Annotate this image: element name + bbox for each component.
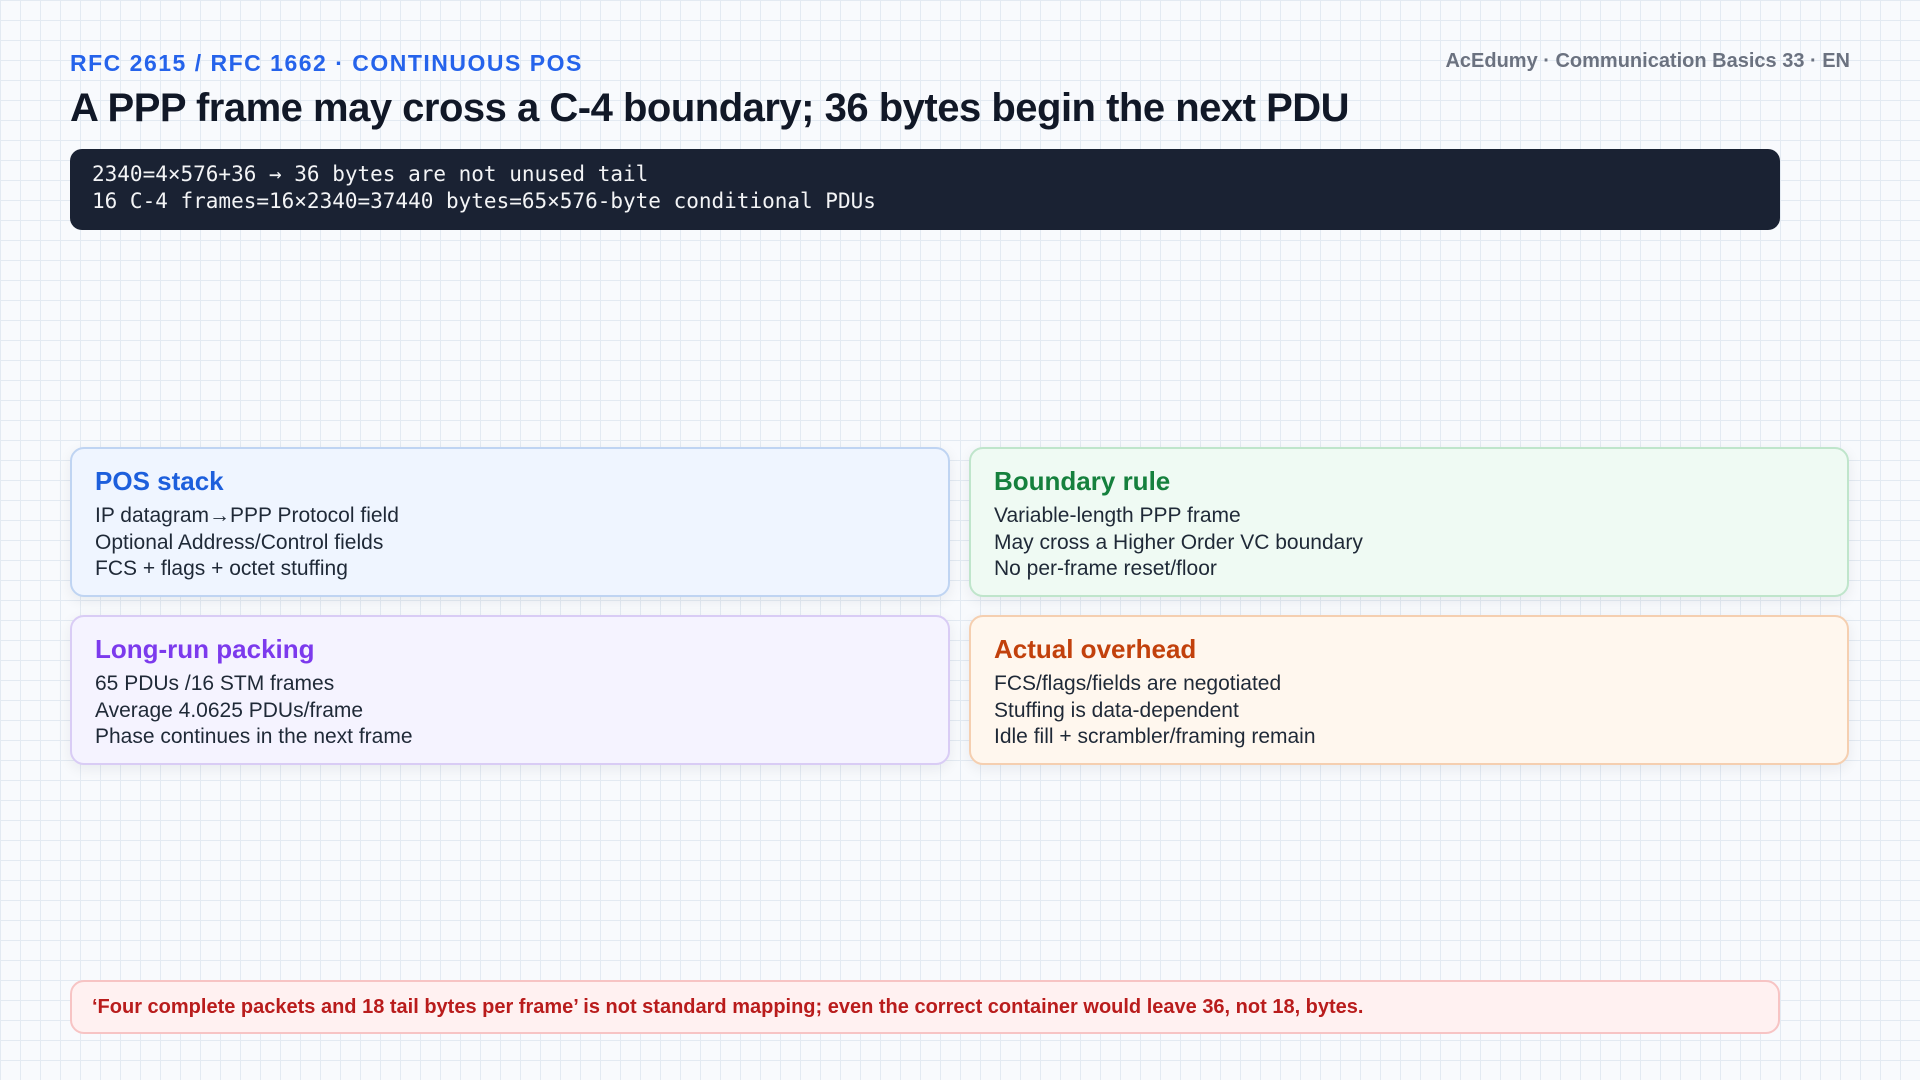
card-line: Stuffing is data-dependent xyxy=(994,698,1239,722)
page-title: A PPP frame may cross a C-4 boundary; 36… xyxy=(70,86,1350,130)
card-line: IP datagram→PPP Protocol field xyxy=(95,504,399,527)
card-heading: Actual overhead xyxy=(994,634,1197,664)
card-line: Phase continues in the next frame xyxy=(95,725,413,748)
card-line: Average 4.0625 PDUs/frame xyxy=(95,698,364,722)
code-block: 2340=4×576+36 → 36 bytes are not unused … xyxy=(70,149,1780,230)
card-line: No per-frame reset/floor xyxy=(994,557,1217,580)
card-line: FCS/flags/fields are negotiated xyxy=(994,672,1282,695)
card-pos-stack: POS stack IP datagram→PPP Protocol field… xyxy=(70,447,950,597)
warning-banner: ‘Four complete packets and 18 tail bytes… xyxy=(70,980,1780,1034)
code-line-2: 16 C-4 frames=16×2340=37440 bytes=65×576… xyxy=(92,189,876,213)
card-boundary-rule: Boundary rule Variable-length PPP frame … xyxy=(969,447,1849,597)
card-line: Variable-length PPP frame xyxy=(994,504,1241,527)
warning-text: ‘Four complete packets and 18 tail bytes… xyxy=(92,995,1364,1018)
card-line: FCS + flags + octet stuffing xyxy=(95,557,348,580)
card-heading: Boundary rule xyxy=(994,466,1171,496)
card-line: May cross a Higher Order VC boundary xyxy=(994,530,1363,554)
card-actual-overhead: Actual overhead FCS/flags/fields are neg… xyxy=(969,615,1849,765)
code-line-1: 2340=4×576+36 → 36 bytes are not unused … xyxy=(92,162,649,186)
brand-label: AcEdumy · Communication Basics 33 · EN xyxy=(1445,50,1850,72)
card-line: Idle fill + scrambler/framing remain xyxy=(994,725,1316,748)
card-heading: Long-run packing xyxy=(95,634,315,664)
card-long-run-packing: Long-run packing 65 PDUs /16 STM frames … xyxy=(70,615,950,765)
rfc-eyebrow: RFC 2615 / RFC 1662 · CONTINUOUS POS xyxy=(70,50,583,76)
card-heading: POS stack xyxy=(95,466,224,496)
card-line: Optional Address/Control fields xyxy=(95,530,384,554)
card-line: 65 PDUs /16 STM frames xyxy=(95,672,335,695)
